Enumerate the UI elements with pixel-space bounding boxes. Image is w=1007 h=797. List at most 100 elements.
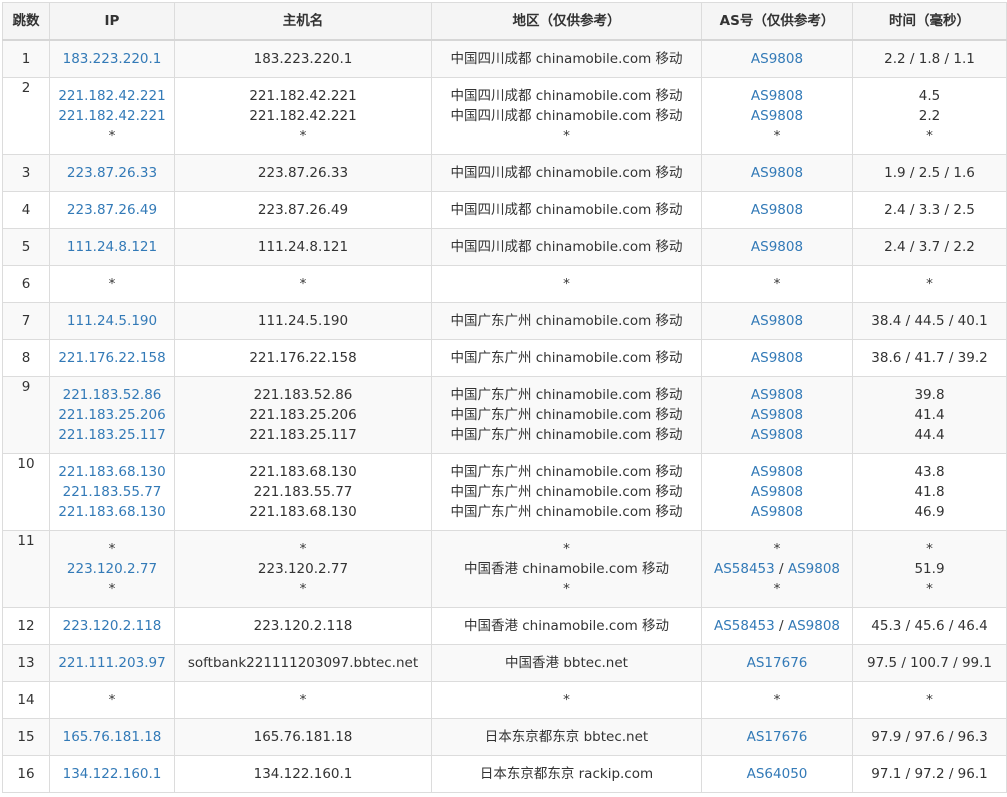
- asn-line: *: [706, 274, 848, 294]
- region-cell: 中国四川成都 chinamobile.com 移动: [431, 228, 702, 266]
- table-row: 4 223.87.26.49 223.87.26.49 中国四川成都 chinamob…: [2, 191, 1007, 229]
- hostname-cell: 221.183.68.130 221.183.55.77 221.183.68.13…: [174, 453, 432, 531]
- ip-text: *: [108, 541, 116, 557]
- ip-cell: 223.87.26.49: [49, 191, 175, 229]
- hostname-text: 223.120.2.118: [253, 618, 353, 634]
- asn-link[interactable]: AS9808: [751, 239, 803, 255]
- ip-link[interactable]: 221.183.25.206: [54, 405, 170, 425]
- asn-cell: *: [701, 265, 853, 303]
- time-cell: 97.9 / 97.6 / 96.3: [852, 718, 1007, 756]
- asn-cell: AS9808: [701, 191, 853, 229]
- ip-link[interactable]: 111.24.5.190: [54, 311, 170, 331]
- hop-cell: 1: [2, 39, 50, 78]
- ip-link[interactable]: 223.120.2.77: [54, 559, 170, 579]
- region-cell: * 中国香港 chinamobile.com 移动 *: [431, 530, 702, 608]
- table-row: 9 221.183.52.86 221.183.25.206 221.183.25.1…: [2, 376, 1007, 454]
- asn-link[interactable]: AS9808: [751, 504, 803, 520]
- ip-link[interactable]: 221.183.55.77: [54, 482, 170, 502]
- asn-link[interactable]: AS9808: [751, 484, 803, 500]
- ip-link[interactable]: 223.120.2.118: [54, 616, 170, 636]
- asn-line: AS9808: [706, 86, 848, 106]
- ip-link[interactable]: 221.176.22.158: [54, 348, 170, 368]
- asn-link[interactable]: AS17676: [747, 655, 808, 671]
- table-header-row: 跳数 IP 主机名 地区（仅供参考） AS号（仅供参考） 时间（毫秒）: [2, 2, 1007, 41]
- asn-link[interactable]: AS9808: [788, 618, 840, 634]
- asn-line: AS9808: [706, 482, 848, 502]
- hop-cell: 2: [2, 77, 50, 155]
- time-cell: 1.9 / 2.5 / 1.6: [852, 154, 1007, 192]
- region-text: 中国广东广州 chinamobile.com 移动: [450, 313, 683, 329]
- ip-link[interactable]: 134.122.160.1: [54, 764, 170, 784]
- ip-text: *: [108, 276, 116, 292]
- hostname-cell: softbank221111203097.bbtec.net: [174, 644, 432, 682]
- time-cell: 45.3 / 45.6 / 46.4: [852, 607, 1007, 645]
- ip-link[interactable]: 221.111.203.97: [54, 653, 170, 673]
- region-text: 中国广东广州 chinamobile.com 移动: [450, 387, 683, 403]
- asn-text: *: [773, 276, 781, 292]
- asn-link[interactable]: AS9808: [751, 51, 803, 67]
- ip-link[interactable]: 223.87.26.33: [54, 163, 170, 183]
- region-text: 中国广东广州 chinamobile.com 移动: [450, 504, 683, 520]
- ip-link[interactable]: 221.183.68.130: [54, 462, 170, 482]
- ip-link[interactable]: 221.182.42.221: [54, 86, 170, 106]
- ip-link[interactable]: 183.223.220.1: [54, 49, 170, 69]
- asn-line: AS9808: [706, 163, 848, 183]
- asn-link[interactable]: AS9808: [751, 464, 803, 480]
- hop-cell: 3: [2, 154, 50, 192]
- hostname-text: 221.183.68.130: [249, 504, 357, 520]
- asn-link[interactable]: AS9808: [751, 88, 803, 104]
- ip-link[interactable]: 221.183.25.117: [54, 425, 170, 445]
- hop-cell: 16: [2, 755, 50, 793]
- asn-link[interactable]: AS58453: [714, 561, 775, 577]
- asn-link[interactable]: AS9808: [751, 427, 803, 443]
- hostname-text: *: [299, 541, 307, 557]
- region-text: 中国香港 bbtec.net: [505, 655, 628, 671]
- hostname-cell: 223.87.26.49: [174, 191, 432, 229]
- header-hop: 跳数: [2, 2, 50, 41]
- hop-cell: 5: [2, 228, 50, 266]
- asn-link[interactable]: AS9808: [788, 561, 840, 577]
- header-time: 时间（毫秒）: [852, 2, 1007, 41]
- table-body: 1 183.223.220.1 183.223.220.1 中国四川成都 chinam…: [2, 39, 1007, 793]
- ip-text: *: [108, 692, 116, 708]
- asn-link[interactable]: AS9808: [751, 313, 803, 329]
- ip-link[interactable]: 221.183.52.86: [54, 385, 170, 405]
- ip-link[interactable]: 223.87.26.49: [54, 200, 170, 220]
- asn-link[interactable]: AS58453: [714, 618, 775, 634]
- hop-cell: 12: [2, 607, 50, 645]
- hop-cell: 4: [2, 191, 50, 229]
- asn-cell: AS9808: [701, 302, 853, 340]
- table-row: 5 111.24.8.121 111.24.8.121 中国四川成都 chinamob…: [2, 228, 1007, 266]
- ip-link[interactable]: 221.182.42.221: [54, 106, 170, 126]
- region-text: 中国香港 chinamobile.com 移动: [463, 618, 670, 634]
- time-text: *: [926, 276, 933, 292]
- time-cell: * 51.9 *: [852, 530, 1007, 608]
- time-text: 38.4 / 44.5 / 40.1: [871, 313, 988, 329]
- asn-link[interactable]: AS9808: [751, 387, 803, 403]
- asn-line: *: [706, 126, 848, 146]
- ip-link[interactable]: 165.76.181.18: [54, 727, 170, 747]
- time-cell: 2.2 / 1.8 / 1.1: [852, 39, 1007, 78]
- asn-line: AS9808: [706, 237, 848, 257]
- asn-link[interactable]: AS9808: [751, 350, 803, 366]
- asn-link[interactable]: AS9808: [751, 108, 803, 124]
- hostname-cell: 221.183.52.86 221.183.25.206 221.183.25.11…: [174, 376, 432, 454]
- region-text: 中国四川成都 chinamobile.com 移动: [450, 202, 683, 218]
- asn-line: AS17676: [706, 727, 848, 747]
- ip-link[interactable]: 111.24.8.121: [54, 237, 170, 257]
- asn-line: AS9808: [706, 348, 848, 368]
- hostname-cell: 223.87.26.33: [174, 154, 432, 192]
- asn-line: AS9808: [706, 502, 848, 522]
- ip-link[interactable]: 221.183.68.130: [54, 502, 170, 522]
- asn-link[interactable]: AS9808: [751, 407, 803, 423]
- time-text: 2.2 / 1.8 / 1.1: [884, 51, 975, 67]
- asn-cell: AS9808: [701, 39, 853, 78]
- region-text: 中国广东广州 chinamobile.com 移动: [450, 464, 683, 480]
- asn-link[interactable]: AS17676: [747, 729, 808, 745]
- asn-link[interactable]: AS9808: [751, 165, 803, 181]
- asn-link[interactable]: AS9808: [751, 202, 803, 218]
- hostname-text: 221.183.55.77: [253, 484, 353, 500]
- asn-link[interactable]: AS64050: [747, 766, 808, 782]
- time-text: 38.6 / 41.7 / 39.2: [871, 350, 988, 366]
- region-cell: 中国四川成都 chinamobile.com 移动: [431, 191, 702, 229]
